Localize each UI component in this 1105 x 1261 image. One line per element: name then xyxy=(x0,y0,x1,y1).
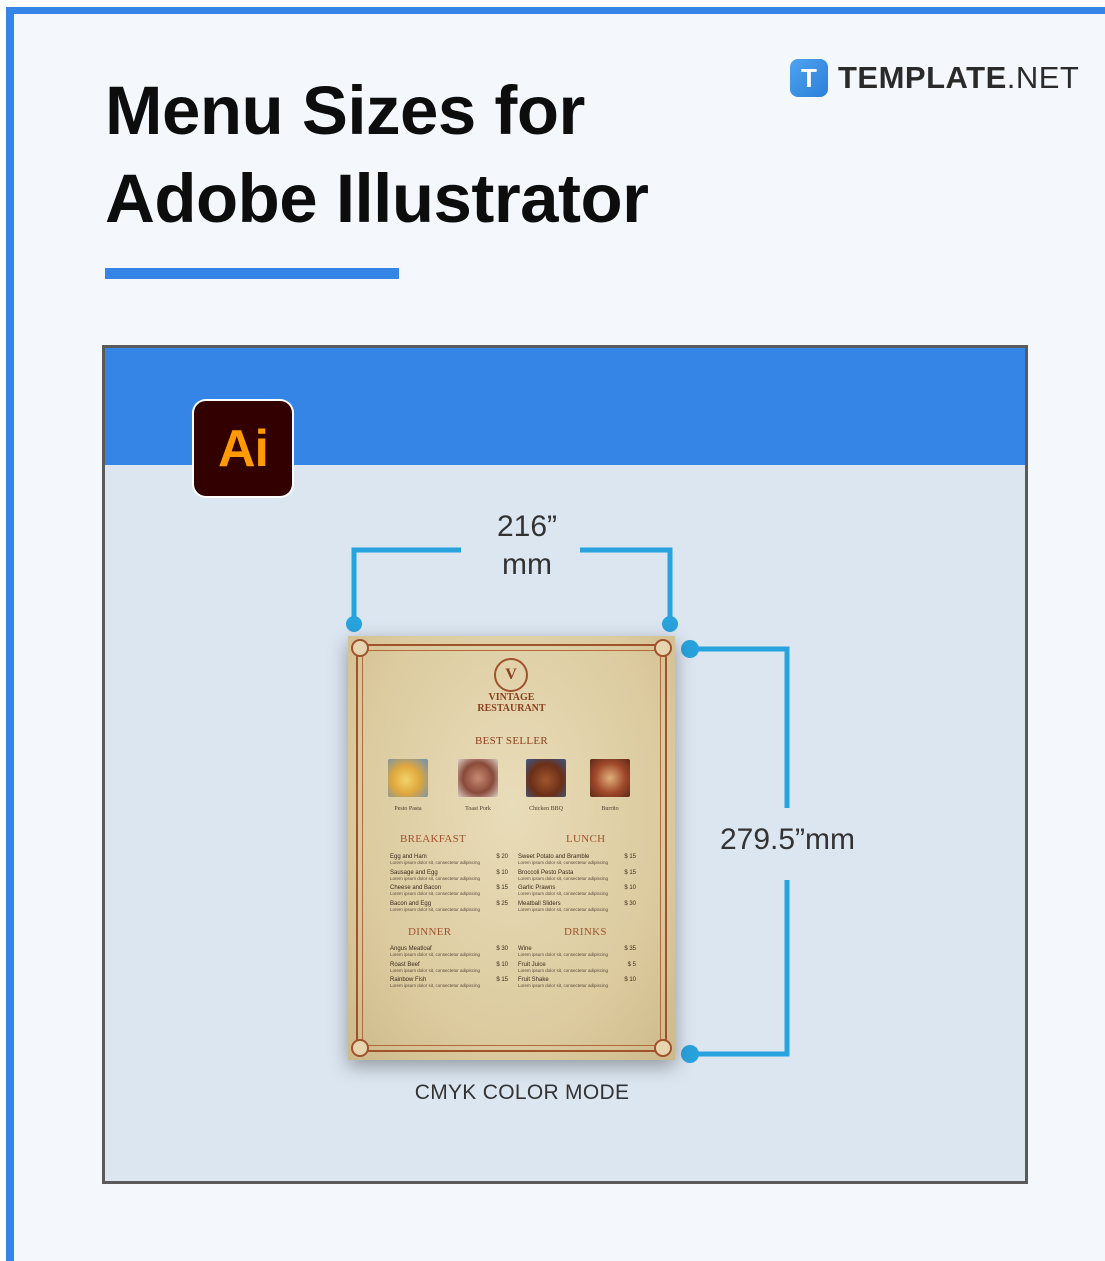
menu-item: Sweet Potato and Bramble $ 15 Lorem ipsum … xyxy=(518,854,636,870)
brand-name: TEMPLATE.NET xyxy=(838,60,1079,96)
menu-item: Meatball Sliders $ 30 Lorem ipsum dolor si… xyxy=(518,901,636,917)
menu-item-price: $ 10 xyxy=(496,961,508,968)
ornament-corner-icon xyxy=(654,1039,672,1057)
width-bracket-end-left xyxy=(346,616,362,632)
menu-item-desc: Lorem ipsum dolor sit, consectetur adipi… xyxy=(390,983,481,988)
title-line-2: Adobe Illustrator xyxy=(105,160,649,237)
restaurant-name-line-1: VINTAGE xyxy=(488,692,535,703)
menu-section-heading: DINNER xyxy=(408,926,452,938)
menu-item-desc: Lorem ipsum dolor sit, consectetur adipi… xyxy=(390,952,481,957)
best-seller-item: Toast Pork xyxy=(458,759,498,812)
best-seller-row: Pesto Pasta Toast Pork Chicken BBQ Burri… xyxy=(388,759,638,814)
restaurant-name: VINTAGE RESTAURANT xyxy=(348,692,675,714)
menu-item-desc: Lorem ipsum dolor sit, consectetur adipi… xyxy=(518,875,609,881)
menu-item: Roast Beef $ 10 Lorem ipsum dolor sit, con… xyxy=(390,962,508,978)
menu-item-price: $ 15 xyxy=(624,869,636,876)
best-seller-item: Burrito xyxy=(590,759,630,812)
menu-item: Broccoli Pesto Pasta $ 15 Lorem ipsum dolo… xyxy=(518,870,636,886)
dinner-list: Angus Meatloaf $ 30 Lorem ipsum dolor sit,… xyxy=(390,946,508,993)
brand-logo: T TEMPLATE.NET xyxy=(790,59,1079,97)
best-seller-name: Chicken BBQ xyxy=(529,806,563,812)
color-mode-caption: CMYK COLOR MODE xyxy=(414,1081,630,1104)
best-seller-item: Chicken BBQ xyxy=(526,759,566,812)
menu-item: Rainbow Fish $ 15 Lorem ipsum dolor sit, c… xyxy=(390,977,508,993)
burrito-photo xyxy=(590,759,630,797)
menu-item-price: $ 10 xyxy=(496,869,508,876)
menu-item-desc: Lorem ipsum dolor sit, consectetur adipi… xyxy=(390,967,481,973)
menu-sample-image: V VINTAGE RESTAURANT BEST SELLER Pesto P… xyxy=(348,636,675,1060)
title-underline xyxy=(105,268,399,279)
best-seller-name: Pesto Pasta xyxy=(394,806,422,812)
menu-item-price: $ 10 xyxy=(624,885,636,891)
infographic-page: Menu Sizes for Adobe Illustrator T TEMPL… xyxy=(6,7,1105,1261)
menu-section-heading: DRINKS xyxy=(564,926,607,938)
best-seller-name: Toast Pork xyxy=(465,806,491,812)
menu-item-price: $ 30 xyxy=(624,900,636,907)
best-seller-item: Pesto Pasta xyxy=(388,759,428,812)
illustrator-panel: Ai 216” mm 279.5”mm V VINTAGE RESTAURANT… xyxy=(102,345,1028,1184)
menu-item: Wine $ 35 Lorem ipsum dolor sit, consectet… xyxy=(518,946,636,962)
menu-item: Fruit Shake $ 10 Lorem ipsum dolor sit, co… xyxy=(518,977,636,993)
brand-name-bold: TEMPLATE xyxy=(838,60,1007,95)
menu-item-desc: Lorem ipsum dolor sit, consectetur adipi… xyxy=(518,860,609,865)
menu-item-price: $ 35 xyxy=(624,946,636,952)
menu-item-price: $ 15 xyxy=(496,977,508,983)
best-seller-name: Burrito xyxy=(601,806,619,812)
width-dimension-unit: mm xyxy=(502,548,552,581)
menu-item: Garlic Prawns $ 10 Lorem ipsum dolor sit, … xyxy=(518,885,636,901)
menu-item-desc: Lorem ipsum dolor sit, consectetur adipi… xyxy=(518,891,609,896)
menu-item-desc: Lorem ipsum dolor sit, consectetur adipi… xyxy=(518,983,609,988)
page-title: Menu Sizes for Adobe Illustrator xyxy=(105,67,649,243)
height-dimension-label: 279.5”mm xyxy=(719,823,856,856)
menu-section-heading: LUNCH xyxy=(566,833,606,845)
pesto-pasta-photo xyxy=(388,759,428,797)
menu-item-price: $ 30 xyxy=(496,946,508,952)
ornament-corner-icon xyxy=(351,1039,369,1057)
menu-item: Angus Meatloaf $ 30 Lorem ipsum dolor sit,… xyxy=(390,946,508,962)
width-dimension-value: 216” xyxy=(496,510,558,543)
menu-item-price: $ 5 xyxy=(627,961,636,968)
chicken-bbq-photo xyxy=(526,759,566,797)
menu-item-price: $ 15 xyxy=(624,854,636,860)
width-bracket-end-right xyxy=(662,616,678,632)
menu-item-price: $ 15 xyxy=(496,885,508,891)
lunch-list: Sweet Potato and Bramble $ 15 Lorem ipsum … xyxy=(518,854,636,916)
menu-item-desc: Lorem ipsum dolor sit, consectetur adipi… xyxy=(390,875,481,881)
menu-item-desc: Lorem ipsum dolor sit, consectetur adipi… xyxy=(518,967,609,973)
menu-item-desc: Lorem ipsum dolor sit, consectetur adipi… xyxy=(390,891,481,896)
breakfast-list: Egg and Ham $ 20 Lorem ipsum dolor sit, co… xyxy=(390,854,508,916)
toast-pork-photo xyxy=(458,759,498,797)
height-bracket-end-bottom xyxy=(681,1045,699,1063)
ornament-corner-icon xyxy=(351,639,369,657)
menu-item: Egg and Ham $ 20 Lorem ipsum dolor sit, co… xyxy=(390,854,508,870)
menu-item-desc: Lorem ipsum dolor sit, consectetur adipi… xyxy=(518,952,609,957)
restaurant-emblem-icon: V xyxy=(494,658,528,692)
width-dimension-label: 216” mm xyxy=(477,508,577,584)
menu-item-desc: Lorem ipsum dolor sit, consectetur adipi… xyxy=(518,906,609,912)
restaurant-name-line-2: RESTAURANT xyxy=(477,703,546,714)
height-bracket-end-top xyxy=(681,640,699,658)
menu-item-price: $ 10 xyxy=(624,977,636,983)
drinks-list: Wine $ 35 Lorem ipsum dolor sit, consectet… xyxy=(518,946,636,993)
menu-item: Sausage and Egg $ 10 Lorem ipsum dolor sit… xyxy=(390,870,508,886)
menu-item: Bacon and Egg $ 25 Lorem ipsum dolor sit, … xyxy=(390,901,508,917)
ornament-corner-icon xyxy=(654,639,672,657)
template-net-icon: T xyxy=(790,59,828,97)
brand-name-suffix: .NET xyxy=(1006,60,1080,95)
menu-item-desc: Lorem ipsum dolor sit, consectetur adipi… xyxy=(390,906,481,912)
menu-item-price: $ 20 xyxy=(496,854,508,860)
title-line-1: Menu Sizes for xyxy=(105,72,585,149)
best-seller-heading: BEST SELLER xyxy=(474,735,549,747)
menu-item-price: $ 25 xyxy=(496,900,508,907)
menu-item-desc: Lorem ipsum dolor sit, consectetur adipi… xyxy=(390,860,481,865)
menu-item: Fruit Juice $ 5 Lorem ipsum dolor sit, con… xyxy=(518,962,636,978)
menu-item: Cheese and Bacon $ 15 Lorem ipsum dolor si… xyxy=(390,885,508,901)
menu-section-heading: BREAKFAST xyxy=(400,833,467,845)
